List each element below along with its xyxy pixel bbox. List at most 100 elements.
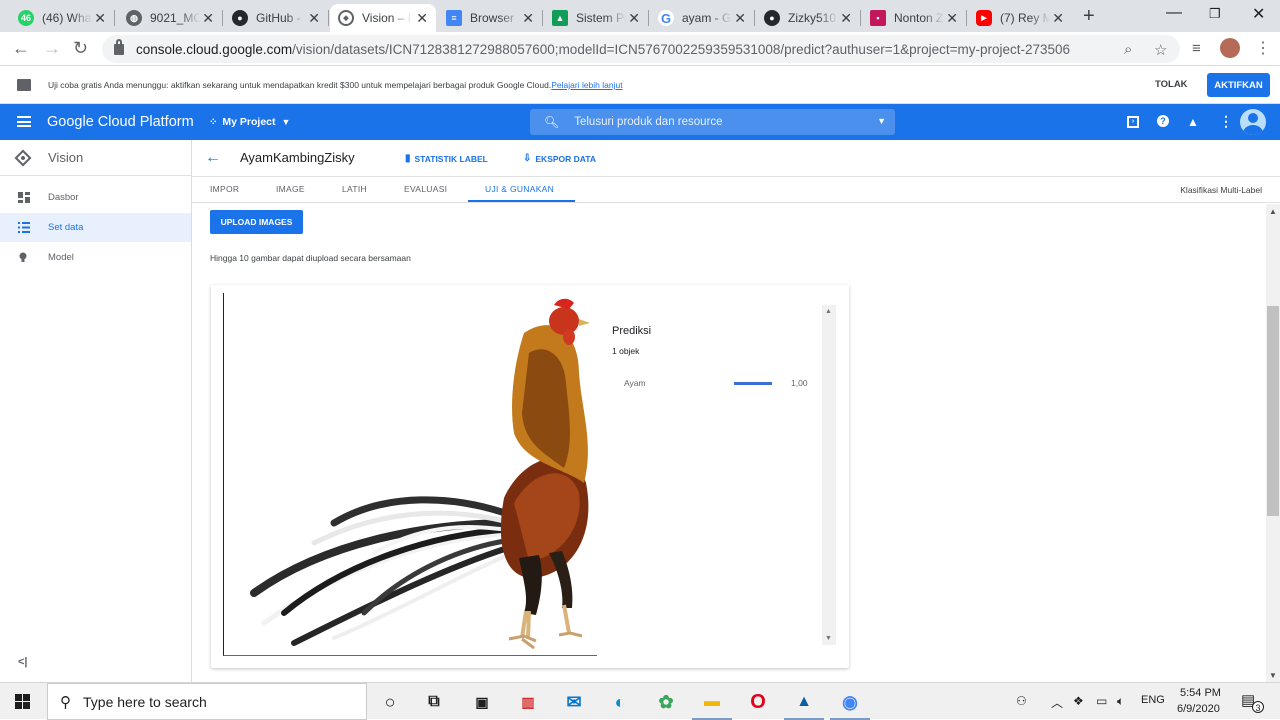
bar-chart-icon: ▮ <box>405 153 411 164</box>
close-tab-icon[interactable]: ✕ <box>840 10 852 27</box>
label-stats-button[interactable]: ▮ STATISTIK LABEL <box>405 153 488 164</box>
close-tab-icon[interactable]: ✕ <box>308 10 320 27</box>
prediction-count: 1 objek <box>612 346 640 356</box>
search-input[interactable]: 🔍︎ Telusuri produk dan resource ▼ <box>530 109 895 135</box>
dropbox-icon[interactable]: ❖ <box>1073 694 1084 708</box>
tab-uji-gunakan[interactable]: UJI & GUNAKAN <box>485 184 554 194</box>
windows-start-icon[interactable] <box>15 694 30 709</box>
back-icon[interactable]: ← <box>12 38 30 59</box>
platform-title[interactable]: Google Cloud Platform <box>47 114 194 130</box>
chrome-icon[interactable]: ◉ <box>830 690 870 720</box>
browser-tab-strip: 46 (46) Wha ✕ ◍ 9021_MC ✕ ● GitHub - ✕ ◆… <box>0 0 1280 32</box>
scrollbar-thumb[interactable] <box>1267 306 1279 516</box>
whatsapp-icon: 46 <box>18 10 34 26</box>
close-tab-icon[interactable]: ✕ <box>1052 10 1064 27</box>
clock-date[interactable]: 6/9/2020 <box>1177 703 1220 715</box>
collapse-sidebar-icon[interactable]: <| <box>18 656 28 668</box>
close-tab-icon[interactable]: ✕ <box>946 10 958 27</box>
browser-tab[interactable]: ▪ Nonton Z ✕ <box>862 4 967 32</box>
tab-impor[interactable]: IMPOR <box>210 184 239 194</box>
scroll-down-icon[interactable]: ▼ <box>1269 671 1277 680</box>
browser-tab[interactable]: G ayam - G ✕ <box>650 4 755 32</box>
scroll-up-icon[interactable]: ▲ <box>1269 207 1277 216</box>
export-data-button[interactable]: ⇩ EKSPOR DATA <box>523 153 596 164</box>
browser-tab[interactable]: 46 (46) Wha ✕ <box>10 4 115 32</box>
page-scrollbar[interactable]: ▲ ▼ <box>1266 204 1280 682</box>
tab-image[interactable]: IMAGE <box>276 184 305 194</box>
new-tab-icon[interactable]: + <box>1083 5 1095 28</box>
back-arrow-icon[interactable]: ← <box>205 149 221 167</box>
search-icon: ⚲ <box>60 693 71 711</box>
language-indicator[interactable]: ENG <box>1141 694 1165 706</box>
account-avatar[interactable] <box>1240 109 1266 135</box>
banner-text: Uji coba gratis Anda menunggu: aktifkan … <box>48 80 623 90</box>
close-tab-icon[interactable]: ✕ <box>734 10 746 27</box>
chevron-down-icon[interactable]: ▼ <box>877 116 886 126</box>
edge-icon[interactable]: ◐ <box>608 690 632 714</box>
mail-icon[interactable]: ✉ <box>562 690 586 714</box>
sidebar-item-set-data[interactable]: Set data <box>0 213 191 242</box>
people-icon[interactable]: ⚇ <box>1016 694 1027 708</box>
activate-button[interactable]: AKTIFKAN <box>1207 73 1270 97</box>
gift-app-icon[interactable]: ▥ <box>516 690 540 714</box>
divider <box>192 176 1280 177</box>
clock-time[interactable]: 5:54 PM <box>1180 687 1221 699</box>
browser-tab[interactable]: ▶ (7) Rey M ✕ <box>968 4 1072 32</box>
close-tab-icon[interactable]: ✕ <box>94 10 106 27</box>
close-window-icon[interactable]: ✕ <box>1252 4 1265 24</box>
cortana-icon[interactable]: ○ <box>378 690 402 714</box>
google-icon: G <box>658 10 674 26</box>
restore-icon[interactable]: ❐ <box>1209 6 1221 22</box>
browser-tab[interactable]: ● Zizky510 ✕ <box>756 4 861 32</box>
tab-latih[interactable]: LATIH <box>342 184 367 194</box>
chrome-menu-icon[interactable]: ⋮ <box>1255 38 1271 58</box>
show-hidden-icons[interactable]: ︿ <box>1051 694 1063 711</box>
close-tab-icon[interactable]: ✕ <box>202 10 214 27</box>
notifications-icon[interactable]: ▲ <box>1187 115 1199 129</box>
sidebar-item-model[interactable]: Model <box>0 243 191 272</box>
address-bar[interactable]: console.cloud.google.com/vision/datasets… <box>102 35 1180 63</box>
bulb-icon <box>18 252 30 263</box>
upload-images-button[interactable]: UPLOAD IMAGES <box>210 210 303 234</box>
uploaded-image <box>223 293 597 656</box>
taskbar-search-input[interactable]: ⚲ Type here to search <box>47 683 367 720</box>
volume-icon[interactable]: 🔈︎ <box>1117 694 1124 709</box>
doc-icon: ≡ <box>446 10 462 26</box>
close-tab-icon[interactable]: ✕ <box>416 10 428 27</box>
close-tab-icon[interactable]: ✕ <box>522 10 534 27</box>
bookmark-star-icon[interactable]: ☆ <box>1154 41 1167 59</box>
kite-app-icon[interactable]: ✿ <box>654 690 678 714</box>
browser-tab[interactable]: ▲ Sistem Pe ✕ <box>544 4 649 32</box>
tab-evaluasi[interactable]: EVALUASI <box>404 184 447 194</box>
menu-icon[interactable] <box>17 116 31 127</box>
media-queue-icon[interactable]: ≡ <box>1192 40 1201 57</box>
profile-avatar[interactable] <box>1220 38 1240 58</box>
browser-tab[interactable]: ≡ Browser ✕ <box>438 4 543 32</box>
task-view-icon[interactable]: ⧉ <box>422 690 446 714</box>
help-icon[interactable]: ? <box>1157 115 1169 127</box>
reload-icon[interactable]: ↻ <box>73 38 88 59</box>
dismiss-button[interactable]: TOLAK <box>1155 79 1188 90</box>
file-explorer-icon[interactable]: ▬ <box>692 690 732 720</box>
browser-tab[interactable]: ◍ 9021_MC ✕ <box>118 4 223 32</box>
scroll-up-icon[interactable]: ▲ <box>825 308 832 315</box>
browser-toolbar: ← → ↻ console.cloud.google.com/vision/da… <box>0 32 1280 66</box>
sidebar-item-dasbor[interactable]: Dasbor <box>0 183 191 212</box>
battery-icon[interactable]: ▭ <box>1096 694 1107 708</box>
project-selector[interactable]: ⁘ My Project ▼ <box>209 116 290 128</box>
photos-icon[interactable]: ▲ <box>784 690 824 720</box>
zoom-icon[interactable]: ⌕ <box>1124 41 1132 58</box>
learn-more-link[interactable]: Pelajari lebih lanjut <box>551 80 622 90</box>
browser-tab-active[interactable]: ◆ Vision – I ✕ <box>330 4 436 32</box>
cloud-shell-icon[interactable]: › <box>1127 116 1139 128</box>
more-vert-icon[interactable]: ⋮ <box>1219 113 1233 130</box>
download-icon: ⇩ <box>523 153 532 164</box>
close-tab-icon[interactable]: ✕ <box>628 10 640 27</box>
browser-tab[interactable]: ● GitHub - ✕ <box>224 4 329 32</box>
forward-icon[interactable]: → <box>43 38 61 59</box>
store-icon[interactable]: ▣ <box>470 690 494 714</box>
minimize-icon[interactable]: — <box>1166 4 1182 22</box>
scroll-down-icon[interactable]: ▼ <box>825 635 832 642</box>
opera-icon[interactable]: O <box>746 690 770 714</box>
card-scrollbar[interactable]: ▲ ▼ <box>822 305 836 645</box>
